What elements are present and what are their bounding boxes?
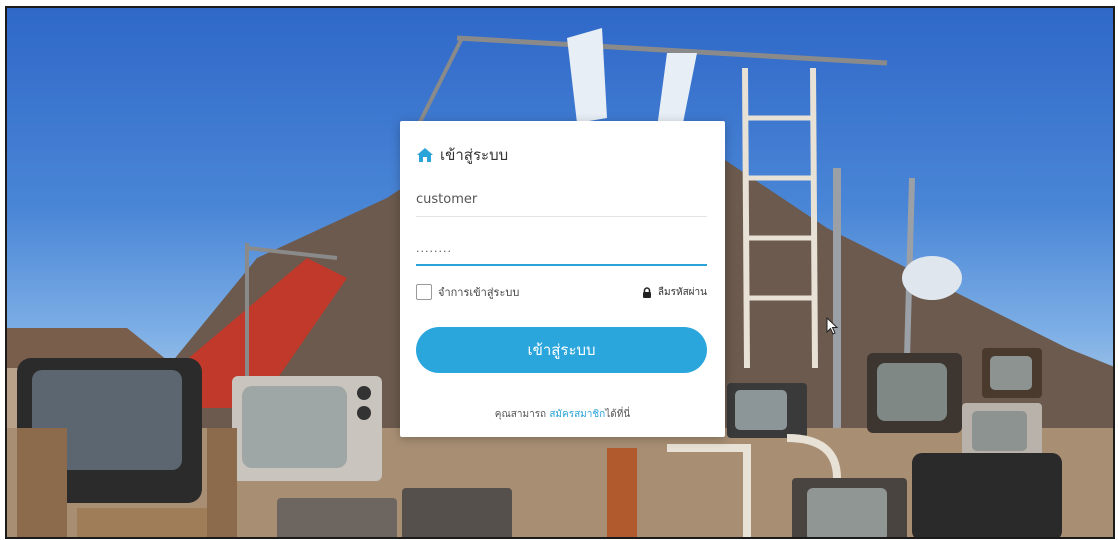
password-input[interactable]	[416, 232, 707, 266]
options-row: จำการเข้าสู่ระบบ ลืมรหัสผ่าน	[416, 281, 707, 303]
username-input[interactable]	[416, 183, 707, 217]
forgot-password-link[interactable]: ลืมรหัสผ่าน	[642, 285, 707, 300]
login-title-text: เข้าสู่ระบบ	[440, 146, 509, 164]
remember-label: จำการเข้าสู่ระบบ	[438, 286, 520, 299]
login-title: เข้าสู่ระบบ	[416, 143, 508, 167]
login-button[interactable]: เข้าสู่ระบบ	[416, 327, 707, 373]
browser-viewport: เข้าสู่ระบบ จำการเข้าสู่ระบบ ลืมรหัสผ่าน…	[5, 6, 1115, 539]
signup-link[interactable]: สมัครสมาชิก	[549, 409, 605, 420]
cursor-arrow-icon	[826, 316, 839, 335]
home-icon	[416, 147, 434, 163]
lock-icon	[642, 286, 652, 298]
forgot-label: ลืมรหัสผ่าน	[657, 286, 707, 298]
login-card: เข้าสู่ระบบ จำการเข้าสู่ระบบ ลืมรหัสผ่าน…	[400, 121, 725, 437]
signup-suffix: ได้ที่นี่	[605, 409, 631, 420]
signup-text: คุณสามารถ สมัครสมาชิกได้ที่นี่	[400, 407, 725, 422]
signup-prefix: คุณสามารถ	[494, 409, 547, 420]
remember-checkbox[interactable]	[416, 284, 432, 300]
remember-me[interactable]: จำการเข้าสู่ระบบ	[416, 283, 519, 301]
